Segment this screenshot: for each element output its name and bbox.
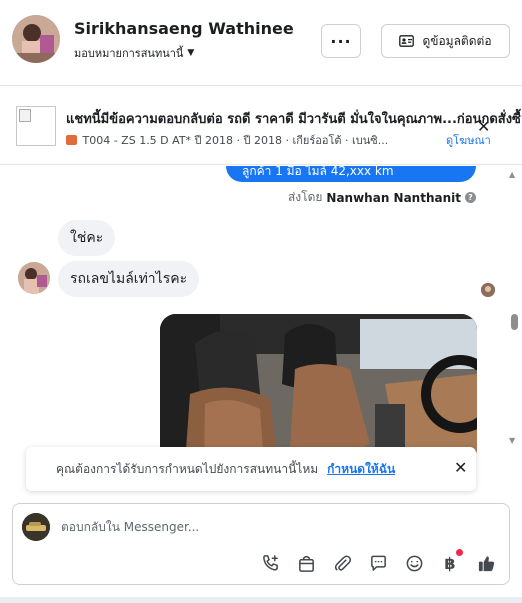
view-ad-link[interactable]: ดูโฆษณา xyxy=(446,131,491,149)
ad-title: แชทนี้มีข้อความตอบกลับต่อ รถดี ราคาดี มี… xyxy=(66,112,522,127)
baht-symbol: ฿ xyxy=(444,553,456,573)
help-icon[interactable]: ? xyxy=(465,192,476,203)
composer-toolbar: ฿ xyxy=(259,549,497,576)
like-icon[interactable] xyxy=(475,552,497,574)
caret-down-icon: ▼ xyxy=(187,48,195,58)
customer-name: Sirikhansaeng Wathinee xyxy=(74,19,294,38)
notification-dot xyxy=(456,549,463,556)
shopping-bag-icon[interactable] xyxy=(295,552,317,574)
more-options-button[interactable]: ··· xyxy=(321,24,361,58)
saved-reply-icon[interactable] xyxy=(367,552,389,574)
page-avatar xyxy=(22,513,50,541)
baht-icon[interactable]: ฿ xyxy=(439,549,463,574)
close-icon[interactable]: ✕ xyxy=(454,458,467,477)
attach-icon[interactable] xyxy=(331,552,353,574)
message-thread[interactable]: ลูกค้า 1 มือ ไมล์ 42,xxx km ส่งโดย Nanwh… xyxy=(0,166,522,456)
received-message-bubble: ใช่คะ xyxy=(58,220,116,256)
sent-by-name: Nanwhan Nanthanit xyxy=(326,190,461,205)
scrollbar-thumb[interactable] xyxy=(511,314,518,330)
ad-meta-text: T004 - ZS 1.5 D AT* ปี 2018 · ปี 2018 · … xyxy=(82,134,389,147)
call-add-icon[interactable] xyxy=(259,552,281,574)
view-contact-label: ดูข้อมูลติดต่อ xyxy=(422,33,492,48)
customer-avatar-small xyxy=(18,262,50,294)
reply-composer: ฿ xyxy=(12,503,510,585)
reply-input[interactable] xyxy=(61,517,481,537)
assign-to-me-link[interactable]: กำหนดให้ฉัน xyxy=(327,460,395,479)
ad-context-bar: แชทนี้มีข้อความตอบกลับต่อ รถดี ราคาดี มี… xyxy=(0,87,522,165)
emoji-icon[interactable] xyxy=(403,552,425,574)
bottom-strip xyxy=(0,597,522,603)
contact-card-icon xyxy=(399,35,415,47)
assign-dropdown[interactable]: มอบหมายการสนทนานี้ ▼ xyxy=(74,44,194,62)
customer-avatar[interactable] xyxy=(12,15,60,63)
assign-label: มอบหมายการสนทนานี้ xyxy=(74,47,184,60)
ad-thumbnail[interactable] xyxy=(16,106,56,146)
sent-by-line: ส่งโดย Nanwhan Nanthanit ? xyxy=(288,188,476,207)
assignment-prompt-text: คุณต้องการได้รับการกำหนดไปยังการสนทนานี้… xyxy=(56,461,319,476)
scroll-up-arrow[interactable]: ▲ xyxy=(509,170,515,179)
car-icon xyxy=(66,135,77,145)
scroll-down-arrow[interactable]: ▼ xyxy=(509,436,515,445)
view-contact-button[interactable]: ดูข้อมูลติดต่อ xyxy=(381,24,510,58)
ad-meta: T004 - ZS 1.5 D AT* ปี 2018 · ปี 2018 · … xyxy=(66,131,388,149)
received-message-bubble: รถเลขไมล์เท่าไรคะ xyxy=(58,261,200,297)
read-receipt-avatar xyxy=(481,283,495,297)
sent-photo-car-interior[interactable] xyxy=(160,314,477,456)
assignment-prompt: คุณต้องการได้รับการกำหนดไปยังการสนทนานี้… xyxy=(26,447,476,491)
conversation-header: Sirikhansaeng Wathinee มอบหมายการสนทนานี… xyxy=(0,0,522,86)
sent-by-prefix: ส่งโดย xyxy=(287,190,323,204)
sent-message-bubble: ลูกค้า 1 มือ ไมล์ 42,xxx km xyxy=(226,166,476,182)
